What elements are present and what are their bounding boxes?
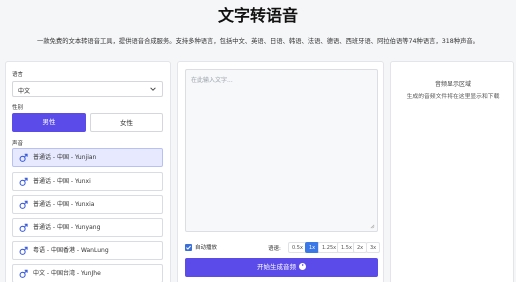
voice-settings-panel: 语言 中文 性别 男性 女性 声音 普通话 - 中国 - Yunjian 普通话 … xyxy=(5,61,171,282)
male-symbol-icon xyxy=(19,153,28,162)
voice-option-label: 普通话 - 中国 - Yunxi xyxy=(33,178,91,185)
language-select[interactable]: 中文 xyxy=(12,81,163,97)
voice-option[interactable]: 普通话 - 中国 - Yunyang xyxy=(12,218,163,237)
voice-option-label: 中文 - 中国台湾 - YunJhe xyxy=(33,270,101,277)
language-value: 中文 xyxy=(18,88,31,95)
voice-option[interactable]: 中文 - 中国台湾 - YunJhe xyxy=(12,264,163,282)
resize-handle-icon[interactable] xyxy=(370,224,375,229)
play-circle-icon xyxy=(299,262,306,270)
audio-output-panel: 音频显示区域 生成的音频文件将在这里显示和下载 xyxy=(390,61,514,282)
text-input-placeholder: 在此输入文字... xyxy=(191,77,233,84)
gender-label: 性别 xyxy=(12,105,24,111)
voice-option-label: 普通话 - 中国 - Yunxia xyxy=(33,201,95,208)
voice-option-label: 粤语 - 中国香港 - WanLung xyxy=(33,247,109,254)
male-symbol-icon xyxy=(19,223,28,232)
generate-audio-button[interactable]: 开始生成音频 xyxy=(185,258,378,277)
speed-label: 语速: xyxy=(268,246,281,252)
voice-option-label: 普通话 - 中国 - Yunyang xyxy=(33,224,101,231)
chevron-down-icon xyxy=(150,87,156,91)
page-subtitle: 一款免费的文本转语音工具，提供语音合成服务。支持多种语言，包括中文、英语、日语、… xyxy=(37,38,479,45)
text-input[interactable]: 在此输入文字... xyxy=(185,69,378,232)
voice-option[interactable]: 粤语 - 中国香港 - WanLung xyxy=(12,241,163,260)
voice-option[interactable]: 普通话 - 中国 - Yunjian xyxy=(12,148,163,167)
male-symbol-icon xyxy=(19,246,28,255)
audio-area-title: 音频显示区域 xyxy=(434,81,471,88)
male-symbol-icon xyxy=(19,177,28,186)
autoplay-toggle[interactable]: 自动播放 xyxy=(185,243,217,251)
voice-option-label: 普通话 - 中国 - Yunjian xyxy=(33,154,97,161)
speed-option[interactable]: 3x xyxy=(366,242,381,253)
male-symbol-icon xyxy=(19,200,28,209)
text-input-panel: 在此输入文字... 自动播放 语速: 0.5x 1x 1.25x 1.5x 2x 3x 开… xyxy=(177,61,384,282)
audio-area-hint: 生成的音频文件将在这里显示和下载 xyxy=(406,94,500,100)
male-symbol-icon xyxy=(19,269,28,278)
gender-male-button[interactable]: 男性 xyxy=(12,113,86,132)
voice-label: 声音 xyxy=(12,141,24,147)
page-title: 文字转语音 xyxy=(217,6,298,25)
autoplay-label: 自动播放 xyxy=(195,245,218,251)
language-label: 语言 xyxy=(12,72,24,78)
voice-option[interactable]: 普通话 - 中国 - Yunxi xyxy=(12,172,163,191)
voice-option[interactable]: 普通话 - 中国 - Yunxia xyxy=(12,195,163,214)
generate-audio-label: 开始生成音频 xyxy=(257,263,296,271)
checkbox-checked-icon[interactable] xyxy=(185,244,192,251)
gender-female-button[interactable]: 女性 xyxy=(90,113,163,132)
